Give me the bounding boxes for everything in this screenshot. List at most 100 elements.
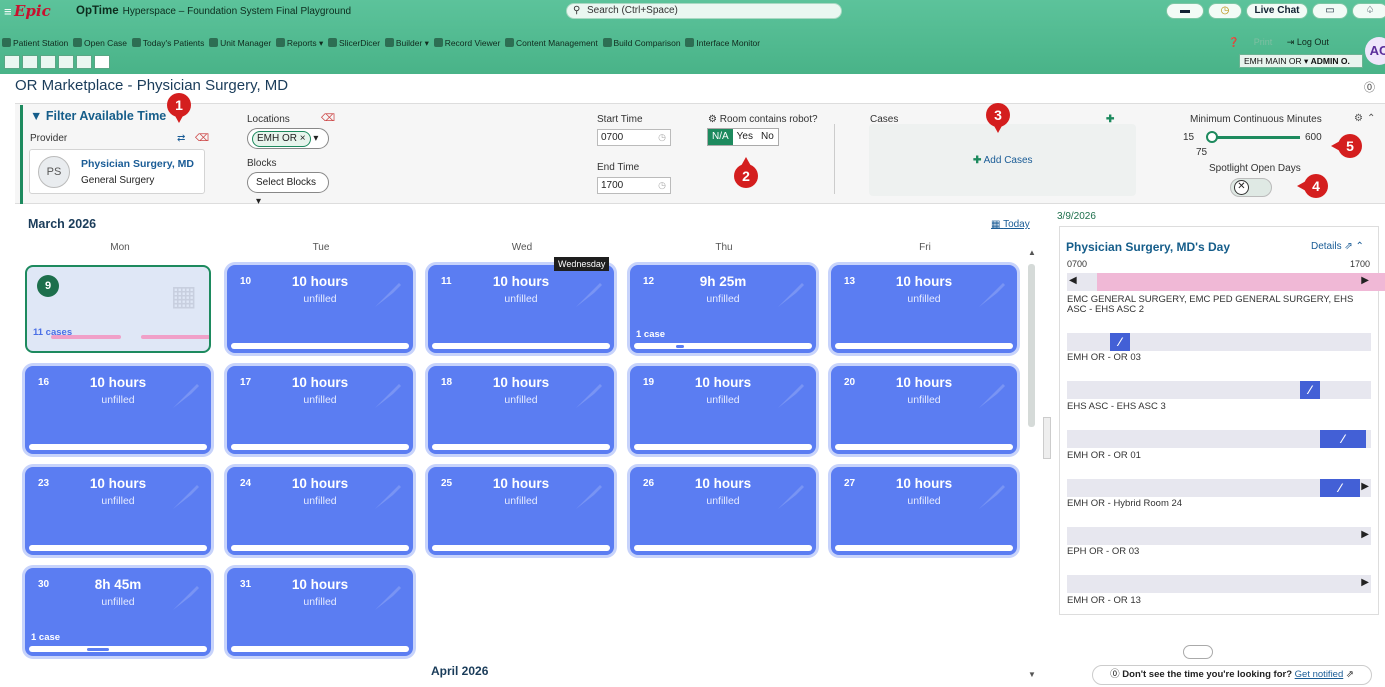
provider-swap-icon[interactable]: ⇄ <box>177 133 185 144</box>
calendar-day-cell[interactable]: 10 10 hours unfilled <box>227 265 413 353</box>
fill-bar <box>231 444 409 450</box>
calendar-day-cell[interactable]: 19 10 hours unfilled <box>630 366 816 454</box>
robot-na[interactable]: N/A <box>708 129 733 145</box>
scroll-up-icon[interactable]: ▲ <box>1028 248 1036 257</box>
scroll-down-icon[interactable]: ▼ <box>1028 670 1036 679</box>
toolbar-unit-manager[interactable]: Unit Manager <box>209 38 271 48</box>
calendar-day-cell[interactable]: 23 10 hours unfilled <box>25 467 211 555</box>
fill-bar <box>634 343 812 349</box>
toolbar-reports[interactable]: Reports ▾ <box>275 38 323 48</box>
timeline-row-2[interactable] <box>1067 333 1371 351</box>
timeline-row-7[interactable]: ▶ <box>1067 575 1371 593</box>
avatar[interactable]: AC <box>1365 37 1385 65</box>
available-hours: 10 hours <box>694 375 752 390</box>
details-link[interactable]: Details ⇗ ⌃ <box>1311 241 1364 252</box>
toolbar-interface-monitor[interactable]: Interface Monitor <box>685 38 760 48</box>
day-number: 27 <box>844 478 856 489</box>
calendar-day-cell[interactable]: 11 10 hours unfilled <box>428 265 614 353</box>
open-slot-marker[interactable] <box>1320 430 1366 448</box>
calendar-day-cell[interactable]: 9 11 cases ▦ <box>25 265 211 353</box>
timer-button[interactable]: ◷ <box>1208 3 1242 19</box>
chevron-right-icon[interactable]: ▶ <box>1361 529 1369 540</box>
calendar-day-cell[interactable]: 30 8h 45m unfilled 1 case <box>25 568 211 656</box>
slider-thumb[interactable] <box>1206 131 1218 143</box>
locations-dropdown[interactable]: EMH OR × ▾ <box>247 128 329 149</box>
provider-clear-icon[interactable]: ⌫ <box>195 133 209 144</box>
open-slot-marker[interactable] <box>1110 333 1130 351</box>
open-slot-marker[interactable] <box>1320 479 1360 497</box>
calendar-day-cell[interactable]: 26 10 hours unfilled <box>630 467 816 555</box>
tab-marketplace-cart-icon[interactable] <box>94 55 110 69</box>
logout-button[interactable]: ⇥ Log Out <box>1287 37 1329 47</box>
tab-icon-2[interactable] <box>22 55 38 69</box>
timeline-row-1[interactable]: ◀ ▶ <box>1067 273 1385 291</box>
tab-icon-3[interactable] <box>40 55 56 69</box>
locations-clear-icon[interactable]: ⌫ <box>321 113 335 124</box>
robot-toggle[interactable]: N/A Yes No <box>707 128 779 146</box>
timeline-row-3[interactable] <box>1067 381 1371 399</box>
department-selector[interactable]: EMH MAIN OR ▾ ADMIN O. <box>1239 54 1363 68</box>
robot-yes[interactable]: Yes <box>733 129 757 145</box>
settings-gear-icon[interactable]: ⚙ <box>1354 113 1363 124</box>
collapse-chevron-icon[interactable]: ⌃ <box>1367 113 1375 124</box>
toggle-icon[interactable] <box>1183 645 1213 659</box>
provider-card[interactable]: PS Physician Surgery, MD General Surgery <box>29 149 205 194</box>
calendar-day-cell[interactable]: 27 10 hours unfilled <box>831 467 1017 555</box>
toolbar-open-case[interactable]: Open Case <box>73 38 127 48</box>
chevron-right-icon[interactable]: ▶ <box>1361 275 1369 286</box>
robot-no[interactable]: No <box>757 129 778 145</box>
case-marker <box>676 345 684 348</box>
today-link[interactable]: ▦ Today <box>991 219 1030 230</box>
calendar-day-cell[interactable]: 16 10 hours unfilled <box>25 366 211 454</box>
start-time-input[interactable]: 0700 ◷ <box>597 129 671 146</box>
timeline-row-5[interactable]: ▶ <box>1067 479 1371 497</box>
location-chip[interactable]: EMH OR × <box>252 131 311 147</box>
get-notified-link[interactable]: Get notified <box>1295 669 1344 680</box>
filter-toggle[interactable]: ▼ Filter Available Time <box>30 109 166 123</box>
calendar-day-cell[interactable]: 20 10 hours unfilled <box>831 366 1017 454</box>
search-input[interactable]: ⚲ Search (Ctrl+Space) <box>566 3 842 19</box>
tab-icon-1[interactable] <box>4 55 20 69</box>
calendar-day-cell[interactable]: 18 10 hours unfilled <box>428 366 614 454</box>
scalpel-icon <box>173 586 199 610</box>
end-time-input[interactable]: 1700 ◷ <box>597 177 671 194</box>
spotlight-toggle[interactable]: ✕ <box>1230 178 1272 197</box>
add-cases-link[interactable]: ✚ Add Cases <box>973 155 1033 166</box>
chevron-right-icon[interactable]: ▶ <box>1361 577 1369 588</box>
epic-logo[interactable]: Epic <box>14 2 51 20</box>
calendar-day-cell[interactable]: 12 9h 25m unfilled 1 case <box>630 265 816 353</box>
blocks-dropdown[interactable]: Select Blocks ▾ <box>247 172 329 207</box>
notifications-bell-icon[interactable]: ♤ <box>1352 3 1385 19</box>
timeline-row-6[interactable]: ▶ <box>1067 527 1371 545</box>
tab-icon-4[interactable] <box>58 55 74 69</box>
print-button[interactable]: Print <box>1254 37 1273 47</box>
toolbar-builder[interactable]: Builder ▾ <box>384 38 429 48</box>
live-chat-button[interactable]: Live Chat <box>1246 3 1308 19</box>
calendar-day-cell[interactable]: 24 10 hours unfilled <box>227 467 413 555</box>
calendar-day-cell[interactable]: 17 10 hours unfilled <box>227 366 413 454</box>
timeline-row-4[interactable] <box>1067 430 1371 448</box>
help-circle-icon[interactable]: ⓪ <box>1364 79 1375 95</box>
toolbar-content-management[interactable]: Content Management <box>505 38 598 48</box>
toolbar-record-viewer[interactable]: Record Viewer <box>433 38 500 48</box>
calendar-day-cell[interactable]: 25 10 hours unfilled <box>428 467 614 555</box>
menu-icon[interactable]: ≡ <box>4 4 12 19</box>
chevron-left-icon[interactable]: ◀ <box>1069 275 1077 286</box>
message-button[interactable]: ▭ <box>1312 3 1348 19</box>
help-icon[interactable]: ❓ <box>1228 37 1239 47</box>
toolbar-build-comparison[interactable]: Build Comparison <box>602 38 681 48</box>
minutes-slider[interactable] <box>1208 136 1300 139</box>
toolbar-patient-station[interactable]: Patient Station <box>2 38 68 48</box>
secure-chat-button[interactable]: ▬ <box>1166 3 1204 19</box>
calendar-scrollbar[interactable] <box>1028 264 1035 427</box>
day-number: 26 <box>643 478 655 489</box>
toolbar-todays-patients[interactable]: Today's Patients <box>131 38 204 48</box>
open-slot-marker[interactable] <box>1300 381 1320 399</box>
calendar-day-cell[interactable]: 31 10 hours unfilled <box>227 568 413 656</box>
toolbar-slicerdicer[interactable]: SlicerDicer <box>328 38 380 48</box>
panel-collapse-handle[interactable] <box>1043 417 1051 459</box>
chevron-right-icon[interactable]: ▶ <box>1361 481 1369 492</box>
scalpel-icon <box>576 384 602 408</box>
calendar-day-cell[interactable]: 13 10 hours unfilled <box>831 265 1017 353</box>
tab-icon-5[interactable] <box>76 55 92 69</box>
